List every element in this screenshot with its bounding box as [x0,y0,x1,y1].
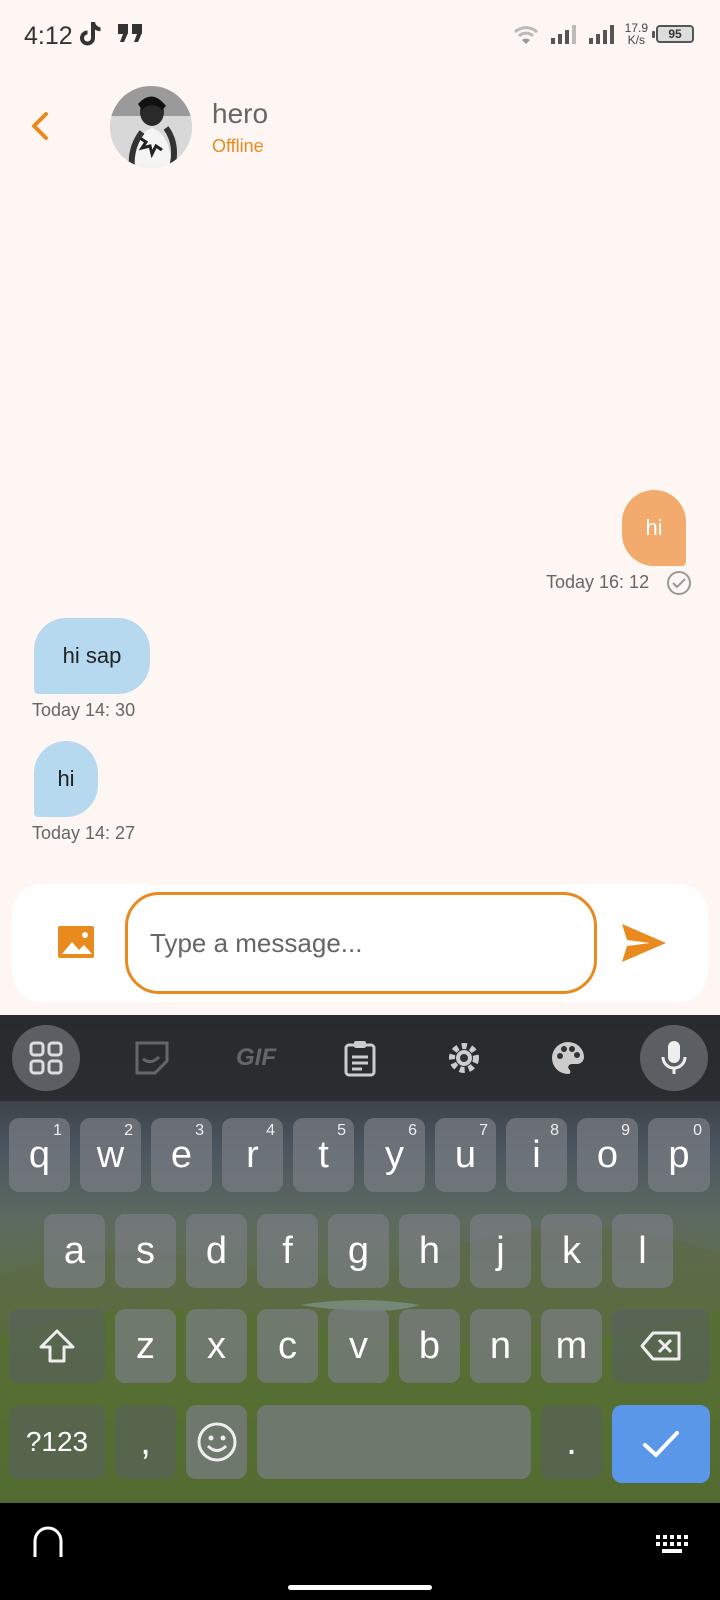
key-z[interactable]: z [115,1309,176,1383]
contact-avatar[interactable] [110,86,192,168]
key-y[interactable]: y6 [364,1118,425,1192]
key-w[interactable]: w2 [80,1118,141,1192]
key-r[interactable]: r4 [222,1118,283,1192]
network-speed-unit: K/s [627,33,645,47]
key-h[interactable]: h [399,1214,460,1288]
key-a[interactable]: a [44,1214,105,1288]
clipboard-button[interactable] [326,1025,394,1091]
soft-keyboard: GIF q1 w2 e3 r4 t5 y6 u7 i8 o9 p0 a s d … [0,1015,720,1503]
key-k[interactable]: k [541,1214,602,1288]
key-o[interactable]: o9 [577,1118,638,1192]
message-composer [12,884,708,1002]
clipboard-icon [344,1041,376,1077]
contact-name: hero [212,98,269,129]
battery-indicator: 95 [652,25,694,43]
voice-input-button[interactable] [640,1025,708,1091]
message-text: hi sap [62,643,122,668]
comma-key[interactable]: , [115,1405,176,1479]
sticker-button[interactable] [118,1025,186,1091]
quote-notification-icon [116,20,146,51]
apps-grid-icon [29,1041,63,1075]
key-t[interactable]: t5 [293,1118,354,1192]
shift-arrow-icon [39,1329,75,1363]
keyboard-icon [656,1535,688,1553]
space-key[interactable] [257,1405,531,1479]
done-key[interactable] [612,1405,710,1483]
backspace-icon [640,1331,681,1361]
chat-header: hero Offline [0,80,720,180]
shift-key[interactable] [9,1309,105,1383]
key-e[interactable]: e3 [151,1118,212,1192]
status-time: 4:12 [24,22,73,50]
apps-grid-button[interactable] [12,1025,80,1091]
key-m[interactable]: m [541,1309,602,1383]
key-g[interactable]: g [328,1214,389,1288]
key-d[interactable]: d [186,1214,247,1288]
message-bubble-incoming[interactable]: hi sap [34,618,150,694]
message-timestamp: Today 16: 12 [546,572,650,592]
message-timestamp: Today 14: 30 [32,700,136,720]
read-check-icon [667,571,691,595]
gif-icon: GIF [236,1044,276,1071]
back-button[interactable] [26,106,56,146]
send-icon [622,924,666,962]
chevron-left-icon [32,112,48,140]
message-text: hi [645,515,663,540]
key-i[interactable]: i8 [506,1118,567,1192]
message-input[interactable] [125,892,597,994]
key-j[interactable]: j [470,1214,531,1288]
status-bar: 4:12 17.9 K/s 95 [0,0,720,70]
key-s[interactable]: s [115,1214,176,1288]
key-f[interactable]: f [257,1214,318,1288]
network-speed: 17.9 K/s [625,22,648,46]
period-key[interactable]: . [541,1405,602,1479]
contact-status: Offline [212,136,264,156]
settings-gear-icon [449,1043,479,1073]
key-c[interactable]: c [257,1309,318,1383]
theme-button[interactable] [534,1025,602,1091]
message-bubble-outgoing[interactable]: hi [622,490,686,566]
gif-button[interactable]: GIF [222,1025,290,1091]
home-indicator[interactable] [288,1585,432,1590]
send-button[interactable] [620,920,668,966]
emoji-smile-icon [197,1422,236,1462]
key-q[interactable]: q1 [9,1118,70,1192]
keyboard-toolbar: GIF [0,1015,720,1101]
key-n[interactable]: n [470,1309,531,1383]
key-b[interactable]: b [399,1309,460,1383]
sticker-icon [135,1041,169,1075]
image-icon [58,926,94,958]
wifi-icon [513,26,538,44]
keyboard-hide-button[interactable] [30,1525,66,1561]
signal-2-icon [588,25,614,44]
symbols-key[interactable]: ?123 [9,1405,105,1479]
status-right: 17.9 K/s 95 [511,22,694,46]
key-x[interactable]: x [186,1309,247,1383]
message-text: hi [57,766,75,791]
keyboard-switch-button[interactable] [652,1529,692,1559]
key-p[interactable]: p0 [648,1118,710,1192]
backspace-key[interactable] [612,1309,710,1383]
microphone-icon [661,1041,687,1074]
checkmark-icon [643,1431,679,1458]
message-timestamp: Today 14: 27 [32,823,136,843]
tiktok-icon [78,20,102,53]
emoji-key[interactable] [186,1405,247,1479]
key-v[interactable]: v [328,1309,389,1383]
message-bubble-incoming[interactable]: hi [34,741,98,817]
settings-button[interactable] [430,1025,498,1091]
system-navigation-bar [0,1503,720,1600]
attach-image-button[interactable] [56,922,96,962]
signal-1-icon [550,25,576,44]
palette-icon [552,1042,584,1074]
key-u[interactable]: u7 [435,1118,496,1192]
key-l[interactable]: l [612,1214,673,1288]
arch-icon [33,1526,63,1557]
